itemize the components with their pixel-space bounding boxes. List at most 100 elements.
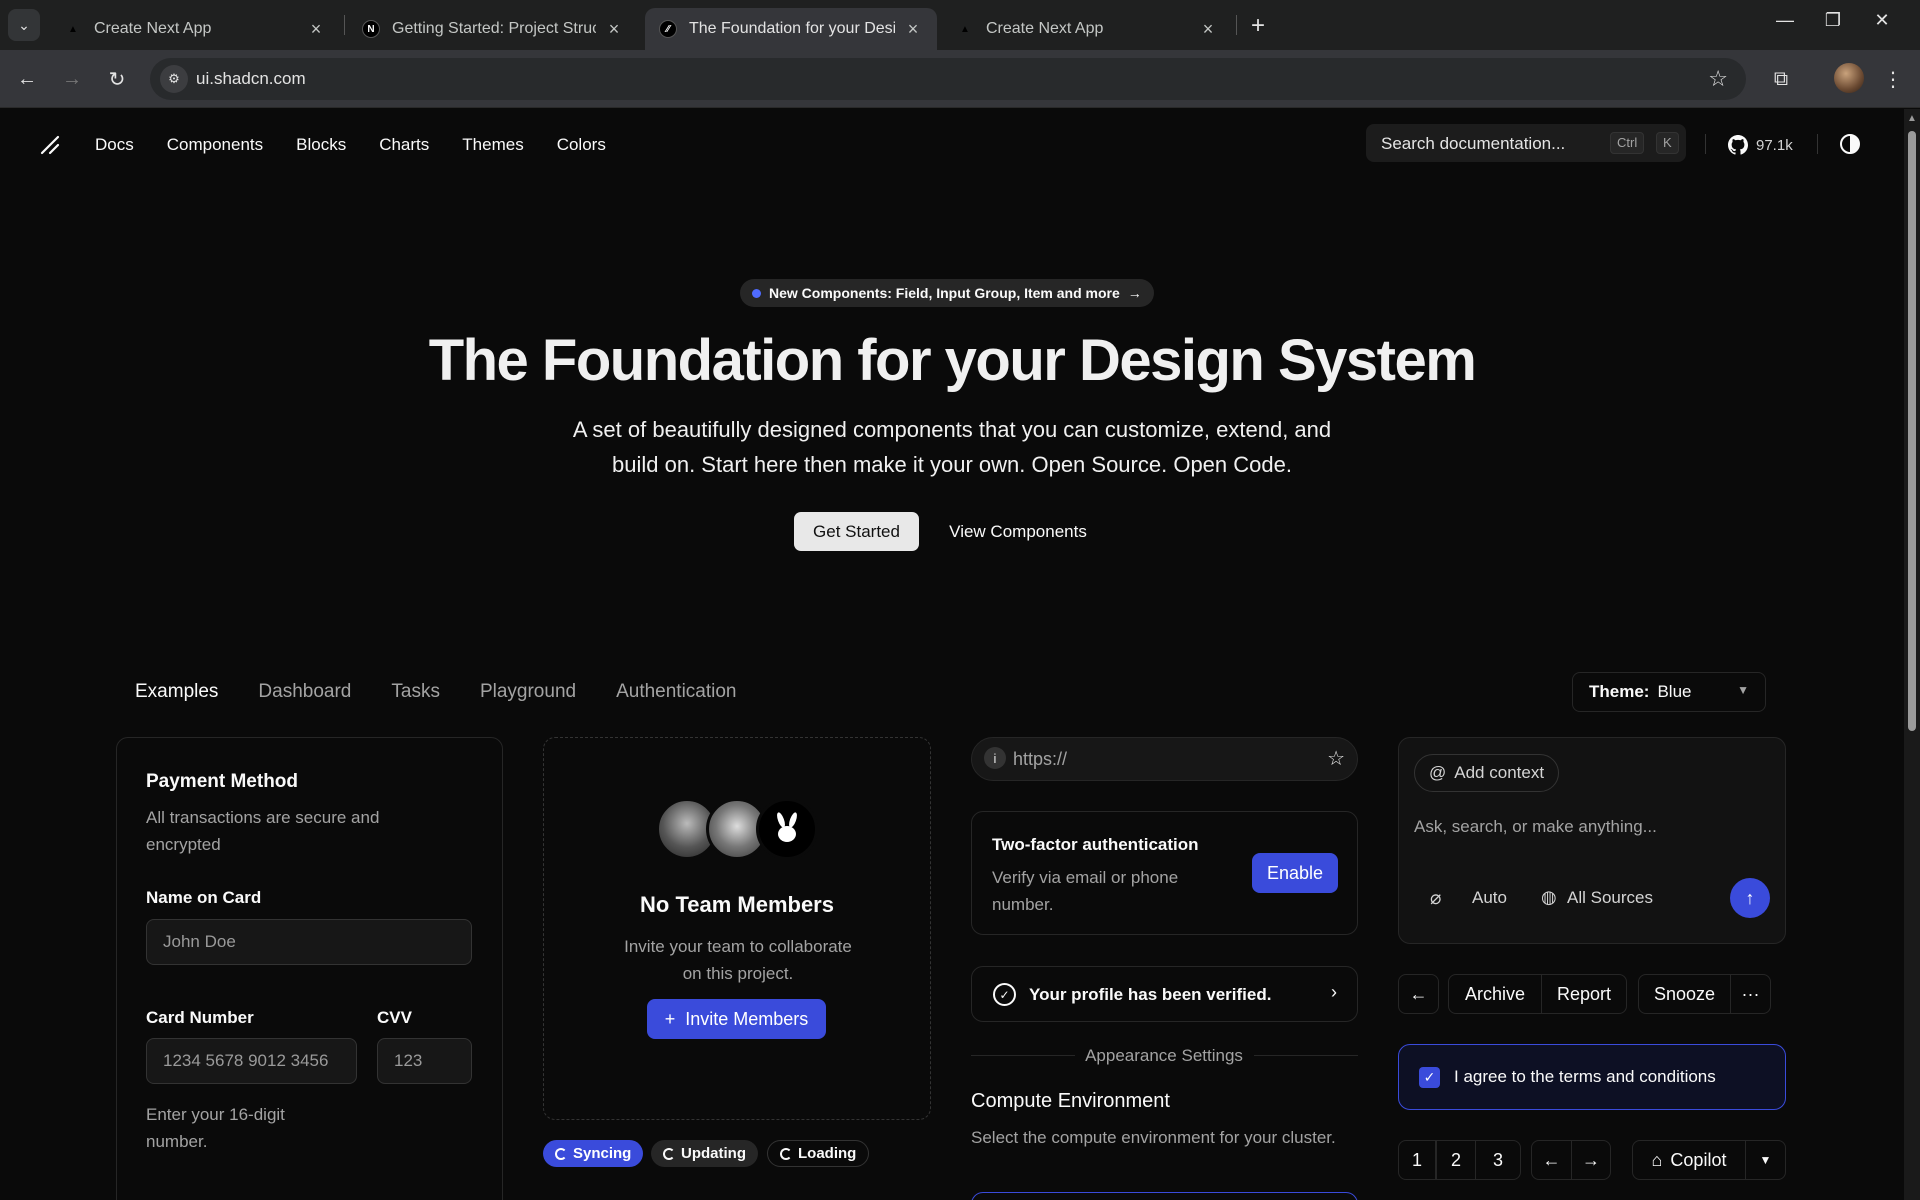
view-components-button[interactable]: View Components [932, 512, 1104, 551]
enable-button[interactable]: Enable [1252, 853, 1338, 893]
avatar [756, 798, 818, 860]
announcement-badge[interactable]: New Components: Field, Input Group, Item… [740, 279, 1154, 307]
item-description: Verify via email or phone number. [992, 868, 1179, 914]
examples-tabs: Examples Dashboard Tasks Playground Auth… [135, 681, 737, 703]
scroll-up-icon[interactable]: ▲ [1907, 113, 1917, 124]
add-context-button[interactable]: @ Add context [1414, 754, 1560, 792]
theme-select[interactable]: Theme: Blue ▼ [1572, 672, 1766, 712]
tab-title: Create Next App [986, 20, 1104, 37]
address-bar[interactable]: ⚙ ui.shadcn.com ☆ [150, 58, 1746, 100]
previous-button[interactable]: ← [1531, 1140, 1572, 1180]
back-icon[interactable]: ← [12, 64, 42, 94]
sources-select[interactable]: All Sources [1567, 884, 1653, 911]
extensions-icon[interactable]: ⧉ [1766, 64, 1796, 94]
tab-title: The Foundation for your Design System [689, 20, 895, 37]
github-stars: 97.1k [1756, 136, 1793, 154]
star-icon[interactable]: ☆ [1327, 746, 1345, 771]
window-close-icon[interactable]: ✕ [1862, 10, 1902, 31]
card-description: All transactions are secure and encrypte… [146, 808, 380, 854]
vercel-icon: ▲ [68, 23, 78, 35]
rabbit-icon [777, 812, 797, 842]
tab-search-icon[interactable]: ⌄ [8, 9, 40, 41]
site-info-icon[interactable]: ⚙ [160, 65, 188, 93]
snooze-button[interactable]: Snooze [1638, 974, 1731, 1014]
badge-label: Loading [798, 1145, 857, 1162]
badge-check-icon: ✓ [993, 983, 1016, 1006]
get-started-button[interactable]: Get Started [794, 512, 919, 551]
empty-description: Invite your team to collaborate on this … [624, 937, 852, 983]
mode-select[interactable]: Auto [1472, 884, 1507, 911]
browser-tab-3-active[interactable]: ⁄⁄ The Foundation for your Design System… [645, 8, 937, 50]
card-number-input[interactable]: 1234 5678 9012 3456 [146, 1038, 357, 1084]
spinner-icon [555, 1147, 567, 1160]
page-1-button[interactable]: 1 [1398, 1140, 1436, 1180]
separator-line [971, 1055, 1075, 1056]
separator-line [1254, 1055, 1358, 1056]
nav-components[interactable]: Components [167, 135, 263, 155]
nav-docs[interactable]: Docs [95, 135, 134, 155]
tab-divider [1236, 15, 1237, 35]
item-title: Two-factor authentication [992, 835, 1199, 854]
url-input-group[interactable]: i https:// ☆ [971, 737, 1358, 781]
two-factor-item: Two-factor authentication Verify via ema… [971, 811, 1358, 935]
back-button[interactable]: ← [1398, 974, 1439, 1014]
page-scrollbar[interactable]: ▲ [1904, 109, 1920, 1200]
restore-icon[interactable]: ❐ [1813, 10, 1853, 31]
paperclip-icon[interactable]: ⌀ [1430, 887, 1441, 910]
theme-toggle-icon[interactable] [1840, 134, 1860, 154]
forward-icon[interactable]: → [57, 64, 87, 94]
copilot-button[interactable]: ⌂ Copilot [1632, 1140, 1746, 1180]
close-icon[interactable]: × [306, 19, 326, 40]
github-link[interactable]: 97.1k [1728, 135, 1793, 155]
nav-themes[interactable]: Themes [462, 135, 523, 155]
shadcn-logo[interactable] [38, 133, 62, 157]
tab-tasks[interactable]: Tasks [391, 681, 440, 703]
url-text[interactable]: ui.shadcn.com [196, 69, 306, 89]
checkbox-checked-icon[interactable]: ✓ [1419, 1067, 1440, 1088]
theme-label: Theme: [1589, 682, 1650, 701]
new-tab-icon[interactable]: + [1244, 12, 1272, 40]
nav-colors[interactable]: Colors [557, 135, 606, 155]
profile-verified-item[interactable]: ✓ Your profile has been verified. › [971, 966, 1358, 1022]
close-icon[interactable]: × [604, 19, 624, 40]
close-icon[interactable]: × [1198, 19, 1218, 40]
tab-dashboard[interactable]: Dashboard [258, 681, 351, 703]
browser-tab-4[interactable]: ▲ Create Next App × [942, 8, 1232, 50]
browser-tab-1[interactable]: ▲ Create Next App × [50, 8, 340, 50]
nav-blocks[interactable]: Blocks [296, 135, 346, 155]
profile-avatar[interactable] [1834, 63, 1864, 93]
menu-icon[interactable]: ⋮ [1878, 64, 1908, 94]
shadcn-icon: ⁄⁄ [659, 20, 677, 38]
card-number-label: Card Number [146, 1008, 254, 1027]
tab-authentication[interactable]: Authentication [616, 681, 736, 703]
compute-option[interactable] [971, 1192, 1358, 1200]
invite-members-button[interactable]: + Invite Members [647, 999, 826, 1039]
scroll-thumb[interactable] [1908, 131, 1916, 731]
reload-icon[interactable]: ↻ [102, 64, 132, 94]
tab-playground[interactable]: Playground [480, 681, 576, 703]
payment-method-card: Payment Method All transactions are secu… [116, 737, 503, 1200]
browser-tab-2[interactable]: N Getting Started: Project Structure × [348, 8, 638, 50]
search-documentation-button[interactable]: Search documentation... Ctrl K [1366, 124, 1686, 162]
prompt-textarea[interactable]: Ask, search, or make anything... [1414, 813, 1657, 840]
terms-checkbox-field[interactable]: ✓ I agree to the terms and conditions [1398, 1044, 1786, 1110]
send-arrow-up-icon[interactable]: ↑ [1730, 878, 1770, 918]
name-on-card-input[interactable]: John Doe [146, 919, 472, 965]
bookmark-star-icon[interactable]: ☆ [1708, 66, 1728, 92]
prompt-input-card: @ Add context Ask, search, or make anyth… [1398, 737, 1786, 944]
more-options-button[interactable]: ··· [1730, 974, 1771, 1014]
next-button[interactable]: → [1571, 1140, 1611, 1180]
arrow-right-icon: → [1127, 285, 1142, 301]
report-button[interactable]: Report [1541, 974, 1627, 1014]
copilot-dropdown-button[interactable]: ▼ [1745, 1140, 1786, 1180]
tab-examples[interactable]: Examples [135, 681, 218, 703]
close-icon[interactable]: × [903, 19, 923, 40]
page-3-button[interactable]: 3 [1475, 1140, 1521, 1180]
url-input[interactable]: https:// [1013, 749, 1067, 770]
nav-charts[interactable]: Charts [379, 135, 429, 155]
minimize-icon[interactable]: — [1765, 10, 1805, 31]
info-icon[interactable]: i [984, 747, 1006, 769]
archive-button[interactable]: Archive [1448, 974, 1542, 1014]
page-2-button[interactable]: 2 [1436, 1140, 1476, 1180]
cvv-input[interactable]: 123 [377, 1038, 472, 1084]
